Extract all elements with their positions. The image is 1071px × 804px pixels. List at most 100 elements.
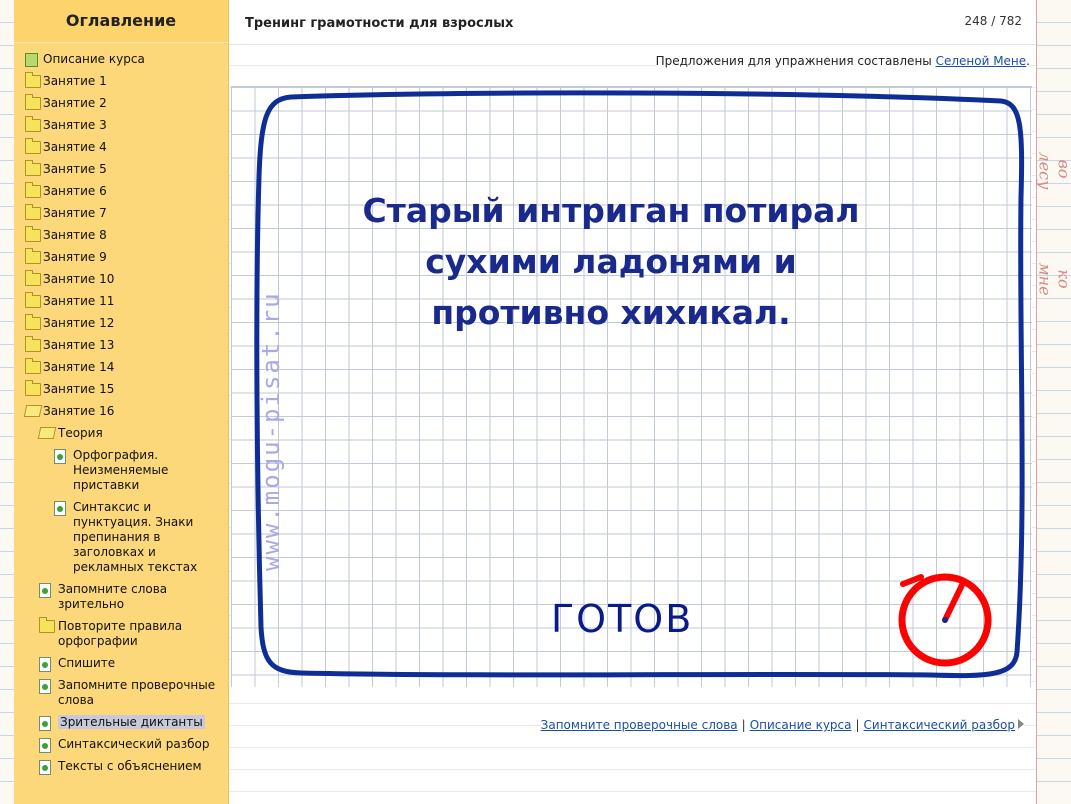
main-content: Тренинг грамотности для взрослых 248 / 7… bbox=[229, 0, 1036, 804]
toc-item[interactable]: Повторите правила орфографии bbox=[14, 616, 228, 653]
folder-open-icon bbox=[23, 405, 43, 417]
toc-item-label: Занятие 14 bbox=[43, 360, 115, 374]
folder-icon bbox=[25, 160, 41, 176]
author-link[interactable]: Селеной Мене bbox=[936, 54, 1027, 68]
toc-item[interactable]: Занятие 8 bbox=[14, 225, 228, 247]
toc-item[interactable]: Синтаксический разбор bbox=[14, 734, 228, 756]
toc-item-label: Занятие 15 bbox=[43, 382, 115, 396]
toc-item[interactable]: Занятие 3 bbox=[14, 115, 228, 137]
handwriting-scrawl: во лесу bbox=[1035, 151, 1071, 190]
exercise-sentence: Старый интриган потирал сухими ладонями … bbox=[362, 191, 860, 332]
doc-icon bbox=[39, 657, 51, 672]
doc-icon bbox=[39, 679, 51, 694]
toc-item-label: Тексты с объяснением bbox=[58, 759, 202, 773]
toc-item[interactable]: Запомните проверочные слова bbox=[14, 675, 228, 712]
folder-icon bbox=[25, 116, 41, 132]
toc-item[interactable]: Занятие 7 bbox=[14, 203, 228, 225]
doc-icon bbox=[54, 449, 66, 464]
folder-icon bbox=[25, 248, 41, 264]
credits-text: Предложения для упражнения составлены bbox=[655, 54, 936, 68]
page-header: Тренинг грамотности для взрослых 248 / 7… bbox=[229, 0, 1036, 45]
exercise-slide: www.mogu-pisat.ru Старый интриган потира… bbox=[231, 86, 1032, 687]
sidebar-title: Оглавление bbox=[14, 0, 228, 43]
toc-item-label: Синтаксический разбор bbox=[58, 737, 210, 751]
site-watermark: www.mogu-pisat.ru bbox=[257, 291, 285, 571]
folder-icon bbox=[25, 270, 41, 286]
toc-item-label: Занятие 4 bbox=[43, 140, 107, 154]
footer-navigation: Запомните проверочные слова | Описание кур… bbox=[540, 718, 1024, 732]
toc-item-label: Описание курса bbox=[43, 52, 145, 66]
ready-button[interactable]: ГОТОВ bbox=[551, 597, 693, 641]
clock-icon bbox=[898, 573, 992, 667]
toc-item[interactable]: Спишите bbox=[14, 653, 228, 675]
folder-icon bbox=[25, 336, 41, 352]
toc-item[interactable]: Тексты с объяснением bbox=[14, 756, 228, 778]
toc-item[interactable]: Синтаксис и пунктуация. Знаки препинания… bbox=[14, 497, 228, 579]
toc-item-label: Запомните проверочные слова bbox=[58, 678, 216, 707]
folder-icon bbox=[25, 204, 41, 220]
toc-item[interactable]: Занятие 9 bbox=[14, 247, 228, 269]
folder-icon bbox=[25, 380, 41, 396]
toc-item[interactable]: Занятие 2 bbox=[14, 93, 228, 115]
toc-item-label: Занятие 9 bbox=[43, 250, 107, 264]
clock-center bbox=[942, 617, 948, 623]
toc-item[interactable]: Занятие 4 bbox=[14, 137, 228, 159]
toc-item[interactable]: Занятие 1 bbox=[14, 71, 228, 93]
toc-item-label: Зрительные диктанты bbox=[58, 715, 205, 729]
toc-item[interactable]: Описание курса bbox=[14, 49, 228, 71]
toc-item-label: Теория bbox=[58, 426, 103, 440]
toc-item[interactable]: Занятие 16 bbox=[14, 401, 228, 423]
folder-icon bbox=[25, 314, 41, 330]
toc-item[interactable]: Занятие 12 bbox=[14, 313, 228, 335]
folder-icon bbox=[25, 226, 41, 242]
folder-icon bbox=[25, 182, 41, 198]
toc-item-label: Занятие 12 bbox=[43, 316, 115, 330]
folder-icon bbox=[25, 94, 41, 110]
toc-item-label: Синтаксис и пунктуация. Знаки препинания… bbox=[73, 500, 198, 574]
toc-item[interactable]: Орфография. Неизменяемые приставки bbox=[14, 445, 228, 497]
clock-hand bbox=[942, 582, 965, 623]
toc-item-label: Занятие 10 bbox=[43, 272, 115, 286]
toc-item-label: Занятие 3 bbox=[43, 118, 107, 132]
footer-link-course-description[interactable]: Описание курса bbox=[750, 718, 852, 732]
toc-item[interactable]: Запомните слова зрительно bbox=[14, 579, 228, 616]
table-of-contents-sidebar: Оглавление Описание курса Занятие 1 Заняти… bbox=[14, 0, 229, 804]
doc-icon bbox=[39, 738, 51, 753]
toc-item-label: Занятие 5 bbox=[43, 162, 107, 176]
toc-item[interactable]: Теория bbox=[14, 423, 228, 445]
toc-item[interactable]: Занятие 14 bbox=[14, 357, 228, 379]
notebook-paper-right: во лесу ко мне bbox=[1036, 0, 1071, 804]
toc-item[interactable]: Занятие 11 bbox=[14, 291, 228, 313]
course-icon bbox=[25, 53, 38, 67]
toc-item[interactable]: Занятие 10 bbox=[14, 269, 228, 291]
handwriting-scrawl: ко мне bbox=[1035, 262, 1071, 296]
folder-icon bbox=[39, 617, 55, 633]
toc-item[interactable]: Занятие 15 bbox=[14, 379, 228, 401]
toc-item-label: Занятие 7 bbox=[43, 206, 107, 220]
footer-link-check-words[interactable]: Запомните проверочные слова bbox=[541, 718, 738, 732]
folder-icon bbox=[25, 292, 41, 308]
toc-item-label: Орфография. Неизменяемые приставки bbox=[73, 448, 169, 492]
toc-item-label: Занятие 8 bbox=[43, 228, 107, 242]
page-counter: 248 / 782 bbox=[964, 14, 1022, 28]
toc-item[interactable]: Занятие 13 bbox=[14, 335, 228, 357]
toc-item-label: Повторите правила орфографии bbox=[58, 619, 183, 648]
link-separator: | bbox=[741, 718, 746, 732]
folder-icon bbox=[25, 138, 41, 154]
toc-item[interactable]: Зрительные диктанты bbox=[14, 712, 228, 734]
toc-item-label: Спишите bbox=[58, 656, 116, 670]
folder-open-icon bbox=[37, 427, 57, 439]
link-separator: | bbox=[855, 718, 860, 732]
folder-icon bbox=[25, 358, 41, 374]
notebook-paper-left bbox=[0, 0, 14, 804]
doc-icon bbox=[39, 716, 51, 731]
toc-item-label: Занятие 16 bbox=[43, 404, 115, 418]
footer-link-syntax-analysis[interactable]: Синтаксический разбор bbox=[864, 718, 1015, 732]
next-arrow-icon[interactable] bbox=[1018, 719, 1024, 729]
toc-item-label: Занятие 6 bbox=[43, 184, 107, 198]
toc-item[interactable]: Занятие 6 bbox=[14, 181, 228, 203]
doc-icon bbox=[39, 760, 51, 775]
toc-item[interactable]: Занятие 5 bbox=[14, 159, 228, 181]
page-title: Тренинг грамотности для взрослых bbox=[245, 16, 514, 31]
credits-suffix: . bbox=[1026, 54, 1030, 68]
